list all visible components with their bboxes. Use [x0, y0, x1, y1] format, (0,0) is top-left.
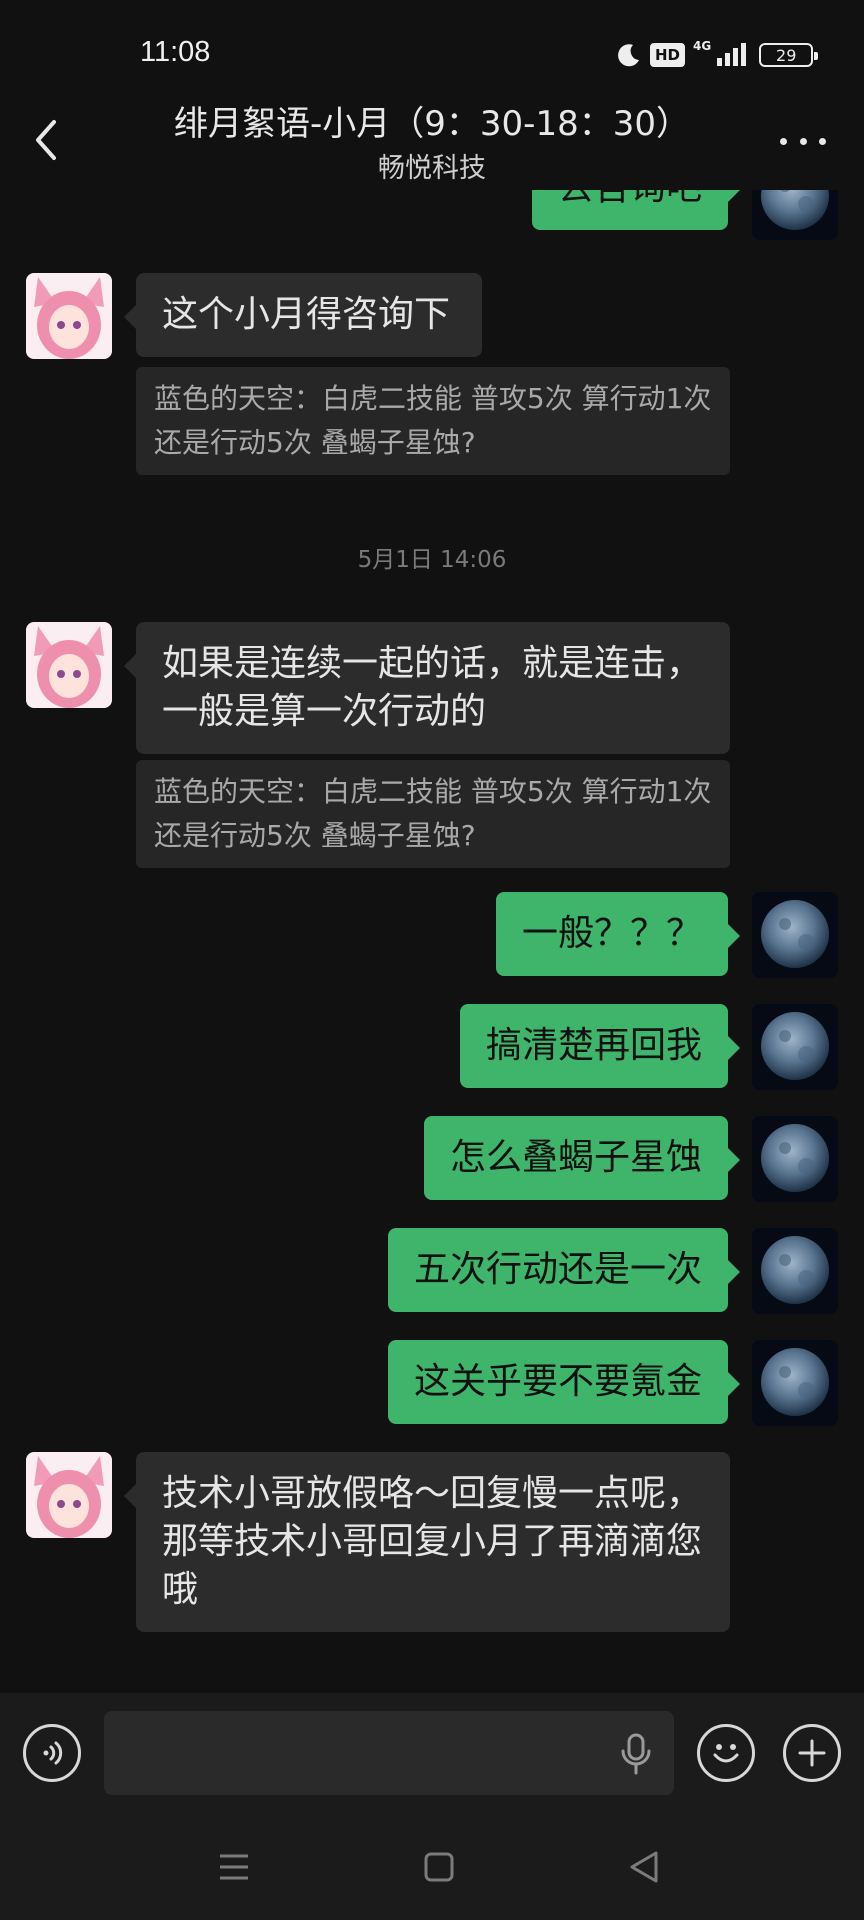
message-outgoing[interactable]: 这关乎要不要氪金 [387, 1340, 741, 1424]
nav-home-button[interactable] [424, 1852, 454, 1882]
moon-avatar-image [752, 1004, 838, 1090]
moon-avatar-image [752, 1116, 838, 1202]
more-dot [819, 137, 826, 145]
battery-level: 29 [776, 45, 797, 65]
message-text: 怎么叠蝎子星蚀 [449, 1137, 702, 1178]
voice-icon [43, 1741, 63, 1765]
contact-avatar[interactable] [26, 1452, 112, 1538]
message-outgoing[interactable]: 去咨询吧 [531, 190, 741, 230]
more-dot [799, 137, 807, 145]
moon-avatar-image [752, 892, 838, 978]
message-incoming[interactable]: 这个小月得咨询下 [124, 273, 482, 357]
emoji-button[interactable] [697, 1724, 755, 1782]
message-incoming[interactable]: 如果是连续一起的话，就是连击，一般是算一次行动的 [124, 622, 730, 754]
plus-icon [798, 1739, 826, 1767]
nav-back-button[interactable] [628, 1850, 660, 1884]
more-dot [780, 137, 787, 145]
message-text: 五次行动还是一次 [413, 1249, 702, 1290]
my-avatar[interactable] [752, 190, 838, 240]
anime-girl-avatar-image [26, 273, 112, 359]
plus-button[interactable] [783, 1724, 841, 1782]
more-button[interactable] [780, 124, 826, 158]
message-text: 去咨询吧 [558, 190, 702, 208]
status-time: 11:08 [140, 36, 211, 68]
message-text: 一般？？？ [521, 913, 702, 954]
moon-icon [618, 44, 639, 67]
message-text: 技术小哥放假咯～回复慢一点呢，那等技术小哥回复小月了再滴滴您哦 [162, 1473, 703, 1610]
chat-subtitle: 畅悦科技 [378, 153, 486, 184]
message-input[interactable] [104, 1711, 674, 1795]
moon-avatar-image [752, 1340, 838, 1426]
quote-text: 蓝色的天空：白虎二技能 普攻5次 算行动1次还是行动5次 叠蝎子星蚀? [154, 382, 712, 459]
anime-girl-avatar-image [26, 1452, 112, 1538]
quoted-message[interactable]: 蓝色的天空：白虎二技能 普攻5次 算行动1次还是行动5次 叠蝎子星蚀? [136, 367, 730, 475]
signal-icon [717, 43, 747, 66]
message-text: 搞清楚再回我 [485, 1025, 702, 1066]
quoted-message[interactable]: 蓝色的天空：白虎二技能 普攻5次 算行动1次还是行动5次 叠蝎子星蚀? [136, 760, 730, 868]
message-outgoing[interactable]: 搞清楚再回我 [459, 1004, 741, 1088]
status-icons: HD 4G 29 [616, 38, 819, 72]
hd-badge: HD [650, 43, 686, 67]
emoji-icon [713, 1744, 739, 1763]
my-avatar[interactable] [752, 892, 838, 978]
voice-button[interactable] [23, 1724, 81, 1782]
microphone-button[interactable] [616, 1731, 656, 1777]
message-outgoing[interactable]: 五次行动还是一次 [387, 1228, 741, 1312]
message-outgoing[interactable]: 一般？？？ [495, 892, 741, 976]
moon-avatar-image [752, 1228, 838, 1314]
timestamp: 5月1日 14:06 [357, 547, 507, 573]
my-avatar[interactable] [752, 1116, 838, 1202]
battery-icon: 29 [759, 43, 819, 67]
contact-avatar[interactable] [26, 273, 112, 359]
my-avatar[interactable] [752, 1004, 838, 1090]
message-text: 这关乎要不要氪金 [413, 1361, 702, 1402]
home-square-icon [424, 1852, 454, 1882]
moon-avatar-image [752, 190, 838, 240]
menu-icon [220, 1854, 248, 1880]
my-avatar[interactable] [752, 1228, 838, 1314]
my-avatar[interactable] [752, 1340, 838, 1426]
message-list[interactable]: 去咨询吧 这个小月得咨询下 蓝色的天空：白虎二技能 普攻5次 算行动1次还是行动… [0, 190, 864, 1693]
anime-girl-avatar-image [26, 622, 112, 708]
contact-avatar[interactable] [26, 622, 112, 708]
message-text: 这个小月得咨询下 [162, 294, 451, 335]
network-label: 4G [693, 39, 712, 53]
microphone-icon [621, 1733, 651, 1775]
back-triangle-icon [630, 1851, 658, 1883]
message-text: 如果是连续一起的话，就是连击，一般是算一次行动的 [162, 643, 703, 732]
message-incoming[interactable]: 技术小哥放假咯～回复慢一点呢，那等技术小哥回复小月了再滴滴您哦 [124, 1452, 730, 1632]
chat-title: 绯月絮语-小月（9：30-18：30） [174, 104, 690, 144]
message-outgoing[interactable]: 怎么叠蝎子星蚀 [423, 1116, 741, 1200]
quote-text: 蓝色的天空：白虎二技能 普攻5次 算行动1次还是行动5次 叠蝎子星蚀? [154, 775, 712, 852]
nav-menu-button[interactable] [218, 1852, 250, 1882]
